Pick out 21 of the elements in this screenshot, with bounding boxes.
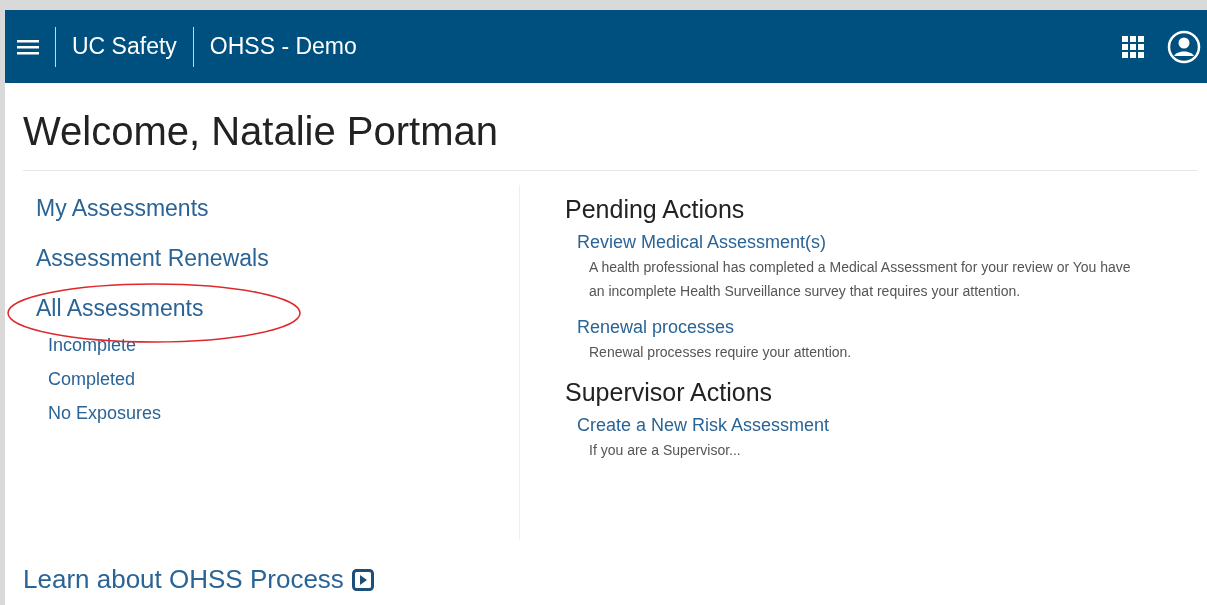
section-heading: Supervisor Actions — [565, 378, 774, 407]
app-title[interactable]: UC Safety — [72, 33, 177, 60]
filter-link[interactable]: Completed — [48, 369, 136, 390]
menu-icon[interactable] — [17, 37, 39, 56]
action-description: Renewal processes require your attention. — [589, 343, 853, 362]
learn-link[interactable]: Learn about OHSS Process — [23, 564, 374, 595]
assessments-link[interactable]: My Assessments — [36, 195, 209, 222]
play-icon — [351, 568, 374, 591]
action-link[interactable]: Review Medical Assessment(s) — [577, 232, 827, 253]
filter-link[interactable]: No Exposures — [48, 403, 162, 424]
action-description: If you are a Supervisor... — [589, 441, 742, 460]
app-subtitle: OHSS - Demo — [209, 33, 357, 60]
action-description: A health professional has completed a Medical Assessment for your review or You have an incomplete Health Surveillance survey that requires your attention. — [589, 258, 1132, 301]
user-avatar-icon[interactable] — [1167, 29, 1201, 64]
action-link[interactable]: Create a New Risk Assessment — [577, 415, 830, 436]
apps-grid-icon[interactable] — [1121, 34, 1145, 59]
assessments-link[interactable]: Assessment Renewals — [36, 245, 269, 272]
action-link[interactable]: Renewal processes — [577, 317, 735, 338]
section-heading: Pending Actions — [565, 195, 746, 224]
welcome-heading: Welcome, Natalie Portman — [23, 109, 1197, 171]
filter-link[interactable]: Incomplete — [48, 335, 137, 356]
